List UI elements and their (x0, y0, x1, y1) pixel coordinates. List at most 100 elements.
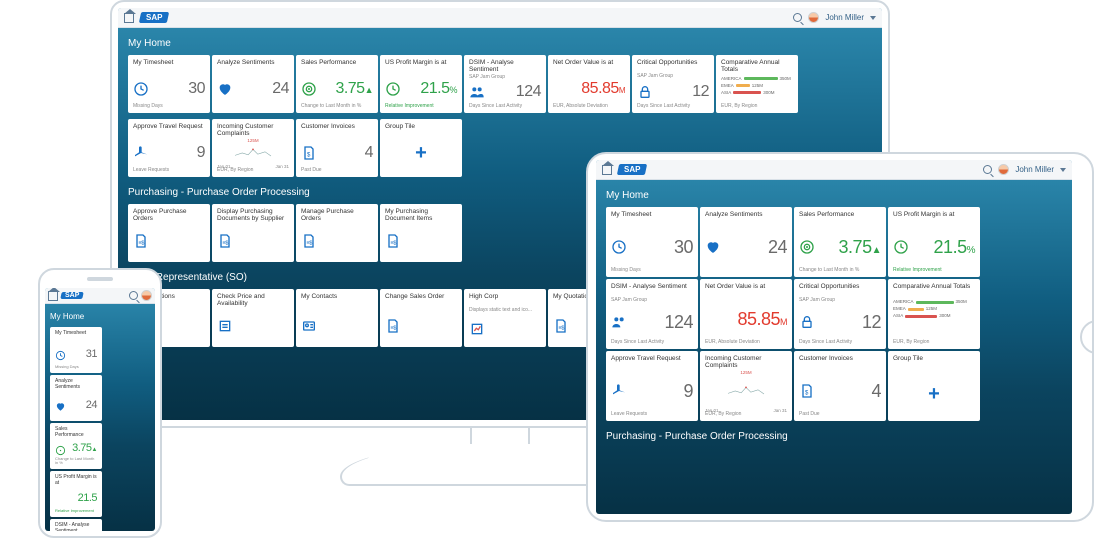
people-icon (469, 84, 485, 100)
tile-my-purch-items[interactable]: My Purchasing Document Items ≡$ (380, 204, 462, 262)
document-currency-icon: ≡$ (217, 233, 233, 249)
lock-icon (637, 84, 653, 100)
target-icon (301, 81, 317, 97)
sap-logo: SAP (617, 164, 648, 175)
tile-us-profit-margin[interactable]: US Profit Margin is at 21.5 Relative Imp… (50, 471, 102, 517)
tile-analyze-sentiments[interactable]: Analyze Sentiments 24 (50, 375, 102, 421)
card-icon (301, 318, 317, 334)
document-currency-icon: ≡$ (133, 233, 149, 249)
plane-icon (611, 383, 627, 399)
tile-my-timesheet[interactable]: My Timesheet 31 Missing Days (50, 327, 102, 373)
tile-dsim[interactable]: DSIM - Analyse Sentiment SAP Jam Group 1… (606, 279, 698, 349)
lock-icon (799, 314, 815, 330)
home-icon[interactable] (602, 165, 612, 175)
document-currency-icon: ≡$ (553, 318, 569, 334)
chart-icon (469, 321, 485, 337)
target-icon (799, 239, 815, 255)
plane-icon (133, 145, 149, 161)
heart-icon (55, 399, 66, 410)
tile-display-purchasing-docs[interactable]: Display Purchasing Documents by Supplier… (212, 204, 294, 262)
heart-icon (705, 239, 721, 255)
group-title-purchasing: Purchasing - Purchase Order Processing (606, 427, 1062, 448)
tile-customer-invoices[interactable]: Customer Invoices $4 Past Due (794, 351, 886, 421)
tile-high-corp[interactable]: High Corp Displays static text and ico..… (464, 289, 546, 347)
chevron-down-icon[interactable] (1060, 168, 1066, 172)
plus-icon: + (385, 145, 457, 161)
home-icon[interactable] (48, 291, 58, 301)
clock-icon (893, 239, 909, 255)
svg-text:≡$: ≡$ (306, 241, 312, 247)
tile-analyze-sentiments[interactable]: Analyze Sentiments 24 (212, 55, 294, 113)
tile-customer-invoices[interactable]: Customer Invoices $ 4 Past Due (296, 119, 378, 177)
tile-my-contacts[interactable]: My Contacts (296, 289, 378, 347)
tile-sales-performance[interactable]: Sales Performance 3.75▲ Change to Last M… (296, 55, 378, 113)
tile-manage-po[interactable]: Manage Purchase Orders ≡$ (296, 204, 378, 262)
tile-incoming-complaints[interactable]: Incoming Customer Complaints 125M Jan 01… (700, 351, 792, 421)
tile-sales-performance[interactable]: Sales Performance 3.75▲ Change to Last M… (50, 423, 102, 469)
search-icon[interactable] (793, 13, 802, 22)
user-name[interactable]: John Miller (1015, 165, 1054, 174)
tile-approve-travel-request[interactable]: Approve Travel Request 9 Leave Requests (128, 119, 210, 177)
document-currency-icon: $ (799, 383, 815, 399)
tile-us-profit-margin[interactable]: US Profit Margin is at 21.5% Relative Im… (888, 207, 980, 277)
avatar[interactable] (808, 12, 819, 23)
tile-my-timesheet[interactable]: My Timesheet 30 Missing Days (606, 207, 698, 277)
document-currency-icon: ≡$ (301, 233, 317, 249)
tile-critical-opportunities[interactable]: Critical Opportunities SAP Jam Group 12 … (632, 55, 714, 113)
tile-net-order-value[interactable]: Net Order Value is at 85.85M EUR, Absolu… (548, 55, 630, 113)
tablet-screen: SAP John Miller My Home My Timesheet 30 … (596, 160, 1072, 514)
search-icon[interactable] (129, 291, 138, 300)
svg-text:$: $ (805, 390, 809, 396)
tile-us-profit-margin[interactable]: US Profit Margin is at 21.5% Relative Im… (380, 55, 462, 113)
document-currency-icon: ≡$ (385, 318, 401, 334)
tile-check-price[interactable]: Check Price and Availability (212, 289, 294, 347)
tile-incoming-complaints[interactable]: Incoming Customer Complaints 125M Jan 01… (212, 119, 294, 177)
top-bar: SAP John Miller (118, 8, 882, 28)
phone-speaker (87, 277, 113, 281)
tile-dsim[interactable]: DSIM - Analyse Sentiment SAP Jam Group 1… (464, 55, 546, 113)
clock-icon (55, 348, 66, 359)
svg-text:≡$: ≡$ (558, 325, 564, 331)
chevron-down-icon[interactable] (870, 16, 876, 20)
user-name[interactable]: John Miller (825, 13, 864, 22)
heart-icon (217, 81, 233, 97)
tile-dsim[interactable]: DSIM - Analyse Sentiment 126 Days Since … (50, 519, 102, 531)
svg-text:≡$: ≡$ (390, 241, 396, 247)
clock-icon (611, 239, 627, 255)
phone-device: SAP My Home My Timesheet 31 Missing Days… (38, 268, 162, 538)
group-title-home: My Home (606, 186, 1062, 207)
avatar[interactable] (998, 164, 1009, 175)
tile-analyze-sentiments[interactable]: Analyze Sentiments 24 (700, 207, 792, 277)
search-icon[interactable] (983, 165, 992, 174)
tablet-home-button[interactable] (1080, 320, 1094, 354)
tile-critical-opportunities[interactable]: Critical Opportunities SAP Jam Group 12 … (794, 279, 886, 349)
svg-text:≡$: ≡$ (222, 241, 228, 247)
tile-comparative-annual-totals[interactable]: Comparative Annual Totals AMERICA350M EM… (888, 279, 980, 349)
target-icon (55, 443, 66, 454)
tile-group-add[interactable]: Group Tile + (888, 351, 980, 421)
tile-group-add[interactable]: Group Tile + (380, 119, 462, 177)
list-icon (217, 318, 233, 334)
tile-approve-po[interactable]: Approve Purchase Orders ≡$ (128, 204, 210, 262)
tablet-device: SAP John Miller My Home My Timesheet 30 … (586, 152, 1094, 522)
tile-net-order-value[interactable]: Net Order Value is at 85.85M EUR, Absolu… (700, 279, 792, 349)
tile-comparative-annual-totals[interactable]: Comparative Annual Totals AMERICA350M EM… (716, 55, 798, 113)
document-currency-icon: ≡$ (385, 233, 401, 249)
sap-logo: SAP (60, 292, 84, 299)
avatar[interactable] (141, 290, 152, 301)
sap-logo: SAP (139, 12, 170, 23)
tile-approve-travel-request[interactable]: Approve Travel Request 9 Leave Requests (606, 351, 698, 421)
svg-text:≡$: ≡$ (390, 325, 396, 331)
phone-screen: SAP My Home My Timesheet 31 Missing Days… (45, 288, 155, 531)
top-bar: SAP John Miller (596, 160, 1072, 180)
group-title-home: My Home (50, 308, 150, 327)
tile-my-timesheet[interactable]: My Timesheet 30 Missing Days (128, 55, 210, 113)
sparkline-icon (233, 147, 273, 159)
plus-icon: + (893, 386, 975, 402)
tile-change-sales-order[interactable]: Change Sales Order ≡$ (380, 289, 462, 347)
group-title-home: My Home (128, 34, 872, 55)
tile-sales-performance[interactable]: Sales Performance 3.75▲ Change to Last M… (794, 207, 886, 277)
clock-icon (385, 81, 401, 97)
document-currency-icon: $ (301, 145, 317, 161)
home-icon[interactable] (124, 13, 134, 23)
